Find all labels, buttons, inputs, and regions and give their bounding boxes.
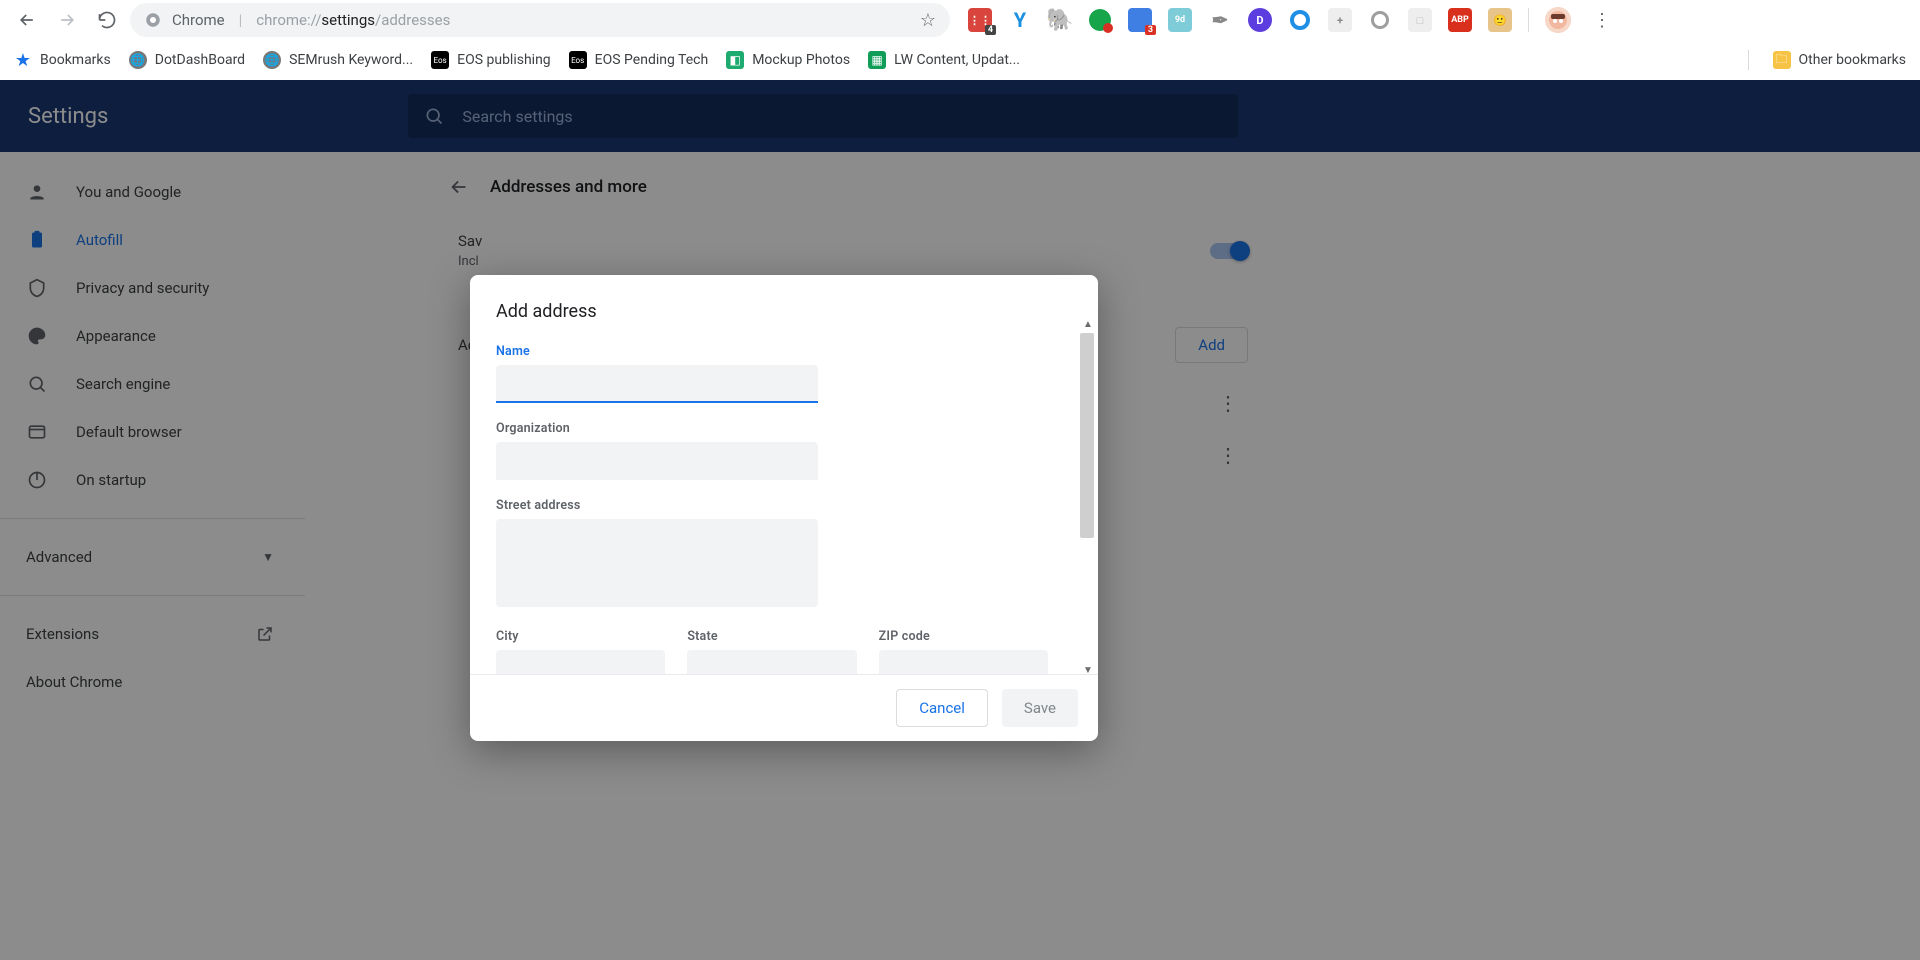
omnibox-scheme: Chrome: [172, 11, 225, 29]
bookmark-label: LW Content, Updat...: [894, 52, 1020, 68]
bookmark-label: Mockup Photos: [752, 52, 850, 68]
bookmark-label: EOS Pending Tech: [595, 52, 709, 68]
arrow-right-icon: [57, 10, 77, 30]
field-label: Organization: [496, 421, 1048, 436]
other-bookmarks-label: Other bookmarks: [1799, 52, 1906, 68]
globe-icon: 🌐: [263, 51, 281, 69]
extension-icon[interactable]: 🙂: [1488, 8, 1512, 32]
extension-icon[interactable]: □: [1408, 8, 1432, 32]
dialog-title: Add address: [496, 301, 1072, 322]
settings-page: Settings You and Google Autofill Privacy…: [0, 80, 1920, 960]
reload-button[interactable]: [90, 3, 124, 37]
save-button[interactable]: Save: [1002, 689, 1078, 727]
profile-avatar[interactable]: [1545, 7, 1571, 33]
extension-icons: ⋮⋮4 Y 🐘 3 9d ✒ D + □ ABP 🙂 ⋮: [968, 7, 1617, 33]
bookmarks-bar: ★ Bookmarks 🌐 DotDashBoard 🌐 SEMrush Key…: [0, 40, 1920, 80]
bookmark-label: Bookmarks: [40, 52, 111, 68]
scroll-down-icon: ▼: [1083, 665, 1093, 676]
extension-icon[interactable]: [1368, 8, 1392, 32]
city-input[interactable]: [496, 650, 665, 674]
field-label: Street address: [496, 498, 1048, 513]
bookmark-item[interactable]: 🌐 SEMrush Keyword...: [263, 51, 413, 69]
bookmark-item[interactable]: ◧ Mockup Photos: [726, 51, 850, 69]
extension-icon[interactable]: +: [1328, 8, 1352, 32]
scroll-thumb[interactable]: [1080, 333, 1094, 538]
folder-icon: 🗀: [1773, 51, 1791, 69]
favicon-icon: Eos: [569, 51, 587, 69]
bookmark-item[interactable]: ▦ LW Content, Updat...: [868, 51, 1020, 69]
toolbar-divider: [1528, 8, 1529, 32]
omnibox-divider: |: [235, 11, 247, 29]
favicon-icon: ◧: [726, 51, 744, 69]
add-address-dialog: Add address Name Organization Street add…: [470, 275, 1098, 741]
extension-icon[interactable]: 3: [1128, 8, 1152, 32]
omnibox[interactable]: Chrome | chrome://settings/addresses ☆: [130, 3, 950, 37]
back-button[interactable]: [10, 3, 44, 37]
favicon-icon: Eos: [431, 51, 449, 69]
sheets-icon: ▦: [868, 51, 886, 69]
field-name: Name: [496, 344, 1048, 403]
extension-icon[interactable]: ⋮⋮4: [968, 8, 992, 32]
field-label: State: [687, 629, 856, 644]
extension-icon[interactable]: 9d: [1168, 8, 1192, 32]
cancel-button[interactable]: Cancel: [896, 689, 988, 727]
bookmark-label: SEMrush Keyword...: [289, 52, 413, 68]
browser-toolbar: Chrome | chrome://settings/addresses ☆ ⋮…: [0, 0, 1920, 40]
omnibox-url: chrome://settings/addresses: [256, 11, 450, 29]
state-input[interactable]: [687, 650, 856, 674]
forward-button[interactable]: [50, 3, 84, 37]
arrow-left-icon: [17, 10, 37, 30]
adblock-icon[interactable]: ABP: [1448, 8, 1472, 32]
bookmark-item[interactable]: Eos EOS Pending Tech: [569, 51, 709, 69]
bookmark-label: DotDashBoard: [155, 52, 245, 68]
dialog-scrollbar[interactable]: ▲ ▼: [1080, 333, 1096, 674]
field-label: ZIP code: [879, 629, 1048, 644]
extension-icon[interactable]: [1288, 8, 1312, 32]
chrome-menu-button[interactable]: ⋮: [1587, 10, 1617, 31]
scroll-up-icon: ▲: [1083, 319, 1093, 330]
zip-input[interactable]: [879, 650, 1048, 674]
bookmark-item[interactable]: ★ Bookmarks: [14, 51, 111, 69]
globe-icon: 🌐: [129, 51, 147, 69]
field-label: Name: [496, 344, 1048, 359]
evernote-icon[interactable]: 🐘: [1048, 8, 1072, 32]
other-bookmarks[interactable]: 🗀 Other bookmarks: [1773, 51, 1906, 69]
bookmark-item[interactable]: Eos EOS publishing: [431, 51, 551, 69]
extension-icon[interactable]: [1088, 8, 1112, 32]
bookmark-item[interactable]: 🌐 DotDashBoard: [129, 51, 245, 69]
field-row-city-state-zip: City State ZIP code: [496, 629, 1048, 674]
star-icon: ★: [14, 51, 32, 69]
extension-icon[interactable]: D: [1248, 8, 1272, 32]
extension-icon[interactable]: ✒: [1208, 8, 1232, 32]
street-input[interactable]: [496, 519, 818, 607]
bookmark-star-icon[interactable]: ☆: [920, 10, 936, 31]
toolbar-divider: [1748, 50, 1749, 70]
dialog-footer: Cancel Save: [470, 674, 1098, 741]
field-street: Street address: [496, 498, 1048, 611]
chrome-icon: [144, 11, 162, 29]
bookmark-label: EOS publishing: [457, 52, 551, 68]
reload-icon: [97, 10, 117, 30]
field-label: City: [496, 629, 665, 644]
organization-input[interactable]: [496, 442, 818, 480]
field-organization: Organization: [496, 421, 1048, 480]
extension-icon[interactable]: Y: [1008, 8, 1032, 32]
name-input[interactable]: [496, 365, 818, 403]
dialog-fields: Name Organization Street address City: [496, 344, 1072, 674]
